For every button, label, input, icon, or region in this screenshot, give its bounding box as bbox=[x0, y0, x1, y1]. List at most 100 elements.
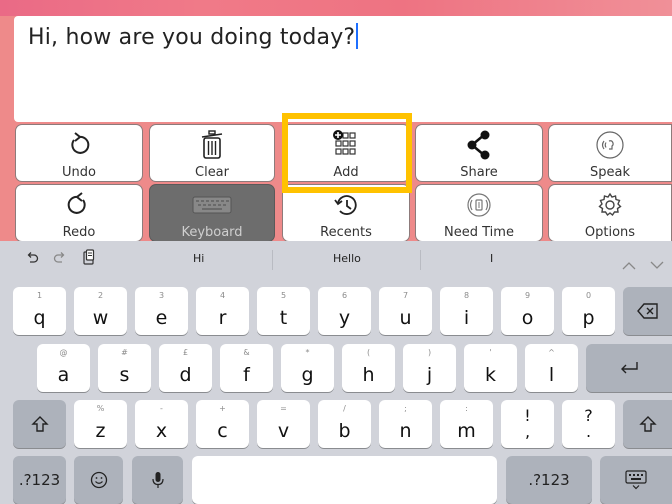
numbers-key-right[interactable]: .?123 bbox=[506, 456, 592, 504]
key-alt-label: % bbox=[96, 404, 105, 413]
key-question-period[interactable]: ?. bbox=[562, 400, 615, 448]
shift-icon bbox=[623, 400, 672, 448]
key-z[interactable]: % z bbox=[74, 400, 127, 448]
suggestion-bar: Hi Hello I bbox=[0, 241, 672, 279]
key-alt-label: ' bbox=[489, 348, 492, 357]
key-alt-label: = bbox=[280, 404, 287, 413]
key-label: x bbox=[155, 420, 168, 442]
key-q[interactable]: 1q bbox=[13, 287, 66, 335]
backspace-key[interactable] bbox=[623, 287, 672, 335]
shift-icon bbox=[13, 400, 66, 448]
key-label: h bbox=[362, 364, 375, 386]
key-label: v bbox=[277, 420, 290, 442]
key-l[interactable]: ^ l bbox=[525, 344, 578, 392]
key-label: k bbox=[484, 364, 496, 386]
key-alt-label: @ bbox=[59, 348, 68, 357]
need-time-button[interactable]: Need Time bbox=[415, 184, 543, 242]
redo-arrow-icon[interactable] bbox=[53, 250, 67, 269]
key-label: e bbox=[155, 307, 168, 329]
share-icon bbox=[416, 129, 542, 161]
key-d[interactable]: £ d bbox=[159, 344, 212, 392]
key-j[interactable]: ) j bbox=[403, 344, 456, 392]
key-p[interactable]: 0p bbox=[562, 287, 615, 335]
key-alt-label: 6 bbox=[341, 291, 348, 300]
shift-key-left[interactable] bbox=[13, 400, 66, 448]
keyboard-button[interactable]: Keyboard bbox=[149, 184, 275, 242]
key-label: t bbox=[279, 307, 288, 329]
clipboard-icon[interactable] bbox=[82, 249, 96, 269]
speak-icon bbox=[549, 129, 671, 161]
space-key[interactable] bbox=[192, 456, 497, 504]
key-c[interactable]: + c bbox=[196, 400, 249, 448]
key-alt-label: 3 bbox=[158, 291, 165, 300]
key-h[interactable]: (h bbox=[342, 344, 395, 392]
key-r[interactable]: 4r bbox=[196, 287, 249, 335]
key-label: o bbox=[521, 307, 534, 329]
key-alt-label: ; bbox=[404, 404, 407, 413]
key-alt-label: * bbox=[305, 348, 310, 357]
microphone-key[interactable] bbox=[132, 456, 183, 504]
key-n[interactable]: ; n bbox=[379, 400, 432, 448]
chevron-down-icon[interactable] bbox=[650, 255, 664, 274]
key-label: f bbox=[243, 364, 250, 386]
clear-label: Clear bbox=[195, 165, 229, 180]
key-i[interactable]: 8i bbox=[440, 287, 493, 335]
key-bottom-char: , bbox=[524, 422, 531, 441]
emoji-key[interactable] bbox=[74, 456, 123, 504]
key-f[interactable]: & f bbox=[220, 344, 273, 392]
key-exclaim-comma[interactable]: !, bbox=[501, 400, 554, 448]
key-label: y bbox=[338, 307, 351, 329]
key-label: s bbox=[119, 364, 130, 386]
suggestion-divider bbox=[420, 250, 421, 270]
return-key[interactable] bbox=[586, 344, 672, 392]
message-text: Hi, how are you doing today? bbox=[28, 23, 359, 50]
suggestion-3[interactable]: I bbox=[490, 252, 493, 265]
key-s[interactable]: # s bbox=[98, 344, 151, 392]
share-button[interactable]: Share bbox=[415, 124, 543, 182]
key-alt-label: 7 bbox=[402, 291, 409, 300]
key-alt-label: / bbox=[343, 404, 346, 413]
recents-icon bbox=[283, 189, 409, 221]
hide-keyboard-icon bbox=[600, 456, 672, 504]
suggestion-2[interactable]: Hello bbox=[333, 252, 361, 265]
suggestion-divider bbox=[272, 250, 273, 270]
gear-icon bbox=[549, 189, 671, 221]
key-e[interactable]: 3e bbox=[135, 287, 188, 335]
key-a[interactable]: @ a bbox=[37, 344, 90, 392]
numbers-key-left[interactable]: .?123 bbox=[13, 456, 66, 504]
numbers-label: .?123 bbox=[18, 471, 61, 489]
redo-button[interactable]: Redo bbox=[15, 184, 143, 242]
key-y[interactable]: 6y bbox=[318, 287, 371, 335]
speak-button[interactable]: Speak bbox=[548, 124, 672, 182]
key-label: q bbox=[33, 307, 46, 329]
key-v[interactable]: = v bbox=[257, 400, 310, 448]
key-label: p bbox=[582, 307, 595, 329]
undo-arrow-icon[interactable] bbox=[25, 250, 39, 269]
shift-key-right[interactable] bbox=[623, 400, 672, 448]
message-box[interactable]: Hi, how are you doing today? bbox=[14, 16, 672, 122]
undo-button[interactable]: Undo bbox=[15, 124, 143, 182]
key-t[interactable]: 5t bbox=[257, 287, 310, 335]
suggestion-1[interactable]: Hi bbox=[193, 252, 204, 265]
key-k[interactable]: ' k bbox=[464, 344, 517, 392]
key-u[interactable]: 7u bbox=[379, 287, 432, 335]
clear-button[interactable]: Clear bbox=[149, 124, 275, 182]
key-label: ?. bbox=[562, 408, 615, 440]
key-o[interactable]: 9o bbox=[501, 287, 554, 335]
need-time-label: Need Time bbox=[444, 225, 514, 240]
chevron-up-icon[interactable] bbox=[622, 255, 636, 274]
recents-label: Recents bbox=[320, 225, 372, 240]
key-x[interactable]: -x bbox=[135, 400, 188, 448]
key-m[interactable]: :m bbox=[440, 400, 493, 448]
key-alt-label: 4 bbox=[219, 291, 226, 300]
key-label: w bbox=[92, 307, 109, 329]
options-button[interactable]: Options bbox=[548, 184, 672, 242]
add-tile-highlight bbox=[282, 113, 412, 193]
key-g[interactable]: * g bbox=[281, 344, 334, 392]
key-b[interactable]: / b bbox=[318, 400, 371, 448]
key-w[interactable]: 2w bbox=[74, 287, 127, 335]
key-label: l bbox=[548, 364, 555, 386]
key-bottom-char: . bbox=[585, 422, 592, 441]
hide-keyboard-key[interactable] bbox=[600, 456, 672, 504]
key-alt-label: 1 bbox=[36, 291, 43, 300]
